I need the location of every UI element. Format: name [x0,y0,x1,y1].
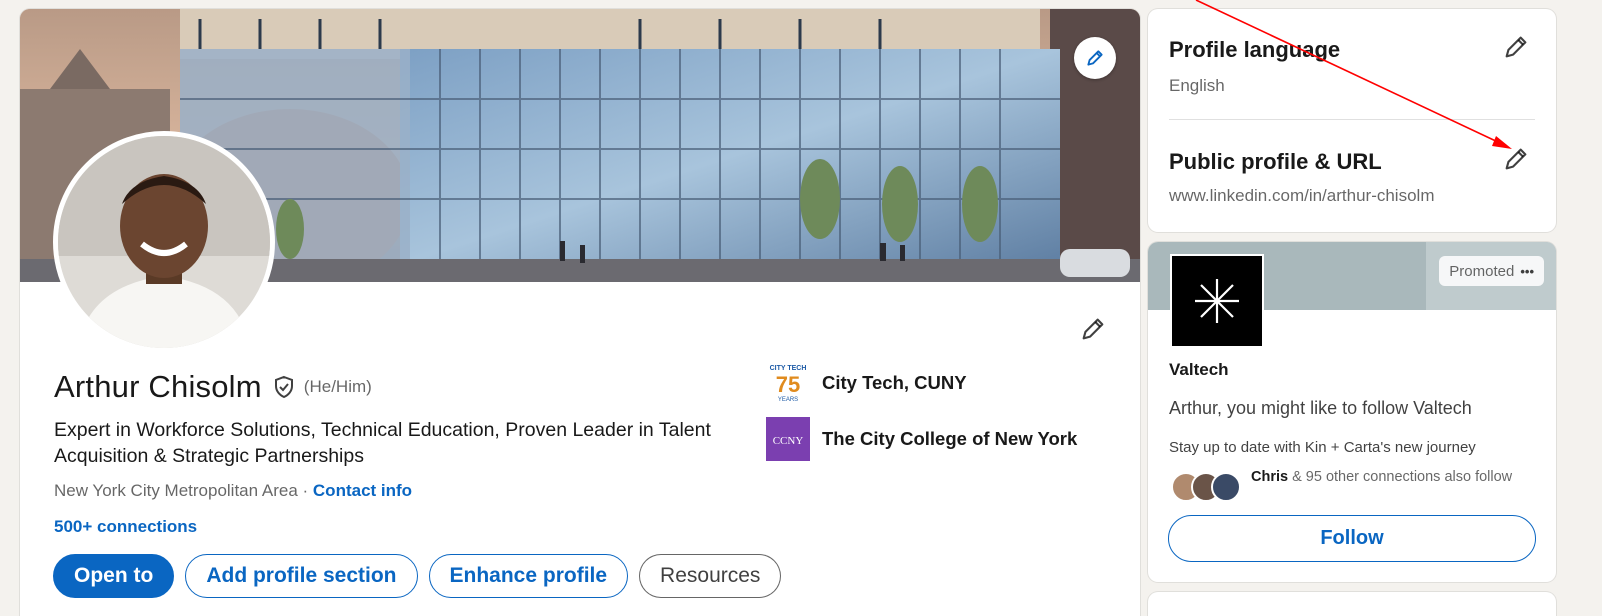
ad-connections-text: Chris & 95 other connections also follow [1251,468,1541,486]
city-tech-logo-text: CITY TECH [770,365,807,372]
ad-company-name[interactable]: Valtech [1169,360,1229,380]
profile-card: Arthur Chisolm (He/Him) Expert in Workfo… [20,9,1140,616]
ccny-logo-text: CCNY [773,435,804,447]
connections-link[interactable]: 500+ connections [54,517,197,537]
profile-language-value: English [1169,76,1225,95]
public-profile-url: www.linkedin.com/in/arthur-chisolm [1169,186,1435,205]
connection-rest: & 95 other connections also follow [1288,469,1513,485]
valtech-logo[interactable] [1170,254,1264,348]
education-name: The City College of New York [822,428,1078,449]
edit-cover-button[interactable] [1074,37,1116,79]
city-tech-logo-number: 75 [776,372,800,397]
name-row: Arthur Chisolm (He/Him) [54,369,372,405]
location-row: New York City Metropolitan Area · Contac… [54,481,412,501]
ad-message: Arthur, you might like to follow Valtech [1169,398,1472,418]
education-list: CITY TECH 75 YEARS City Tech, CUNY CCNY … [766,361,1077,473]
pronouns: (He/Him) [303,377,372,396]
education-item[interactable]: CCNY The City College of New York [766,417,1077,461]
headline: Expert in Workforce Solutions, Technical… [54,419,711,467]
location: New York City Metropolitan Area [54,481,298,500]
enhance-profile-button[interactable]: Enhance profile [428,554,629,598]
ccny-logo: CCNY [766,417,810,461]
connection-name: Chris [1251,469,1289,485]
connection-avatars [1170,470,1254,504]
contact-info-link[interactable]: Contact info [313,481,412,500]
education-item[interactable]: CITY TECH 75 YEARS City Tech, CUNY [766,361,1077,405]
open-to-button[interactable]: Open to [53,554,175,598]
pencil-icon [1082,318,1104,340]
sparkle-logo-icon [1195,279,1239,323]
pencil-icon [1505,36,1527,58]
pencil-icon [1087,50,1103,66]
pencil-icon [1505,148,1527,170]
verified-shield-icon[interactable] [272,375,296,399]
city-tech-logo: CITY TECH 75 YEARS [766,361,810,405]
promoted-label: Promoted [1449,262,1515,280]
avatar[interactable] [53,131,275,353]
edit-public-profile-button[interactable] [1496,139,1536,179]
follow-button[interactable]: Follow [1168,515,1536,562]
ad-tagline: Stay up to date with Kin + Carta's new j… [1169,439,1476,456]
profile-settings-card: Profile language English Public profile … [1148,9,1556,232]
education-name: City Tech, CUNY [822,372,967,393]
resources-button[interactable]: Resources [639,554,782,598]
add-profile-section-button[interactable]: Add profile section [185,554,418,598]
edit-language-button[interactable] [1496,27,1536,67]
city-tech-logo-sub: YEARS [778,397,798,403]
public-profile-title: Public profile & URL [1169,149,1382,174]
profile-name: Arthur Chisolm [54,369,262,404]
promoted-ad-card: Promoted ••• Valtech Arthur, you might l… [1148,242,1556,582]
ellipsis-icon[interactable]: ••• [1520,264,1534,279]
location-separator: · [297,481,313,500]
next-rail-card [1148,592,1556,616]
profile-actions: Open to Add profile section Enhance prof… [53,554,782,598]
edit-intro-button[interactable] [1073,309,1113,349]
profile-language-title: Profile language [1169,37,1341,62]
divider [1169,119,1535,120]
promoted-badge[interactable]: Promoted ••• [1439,256,1544,286]
